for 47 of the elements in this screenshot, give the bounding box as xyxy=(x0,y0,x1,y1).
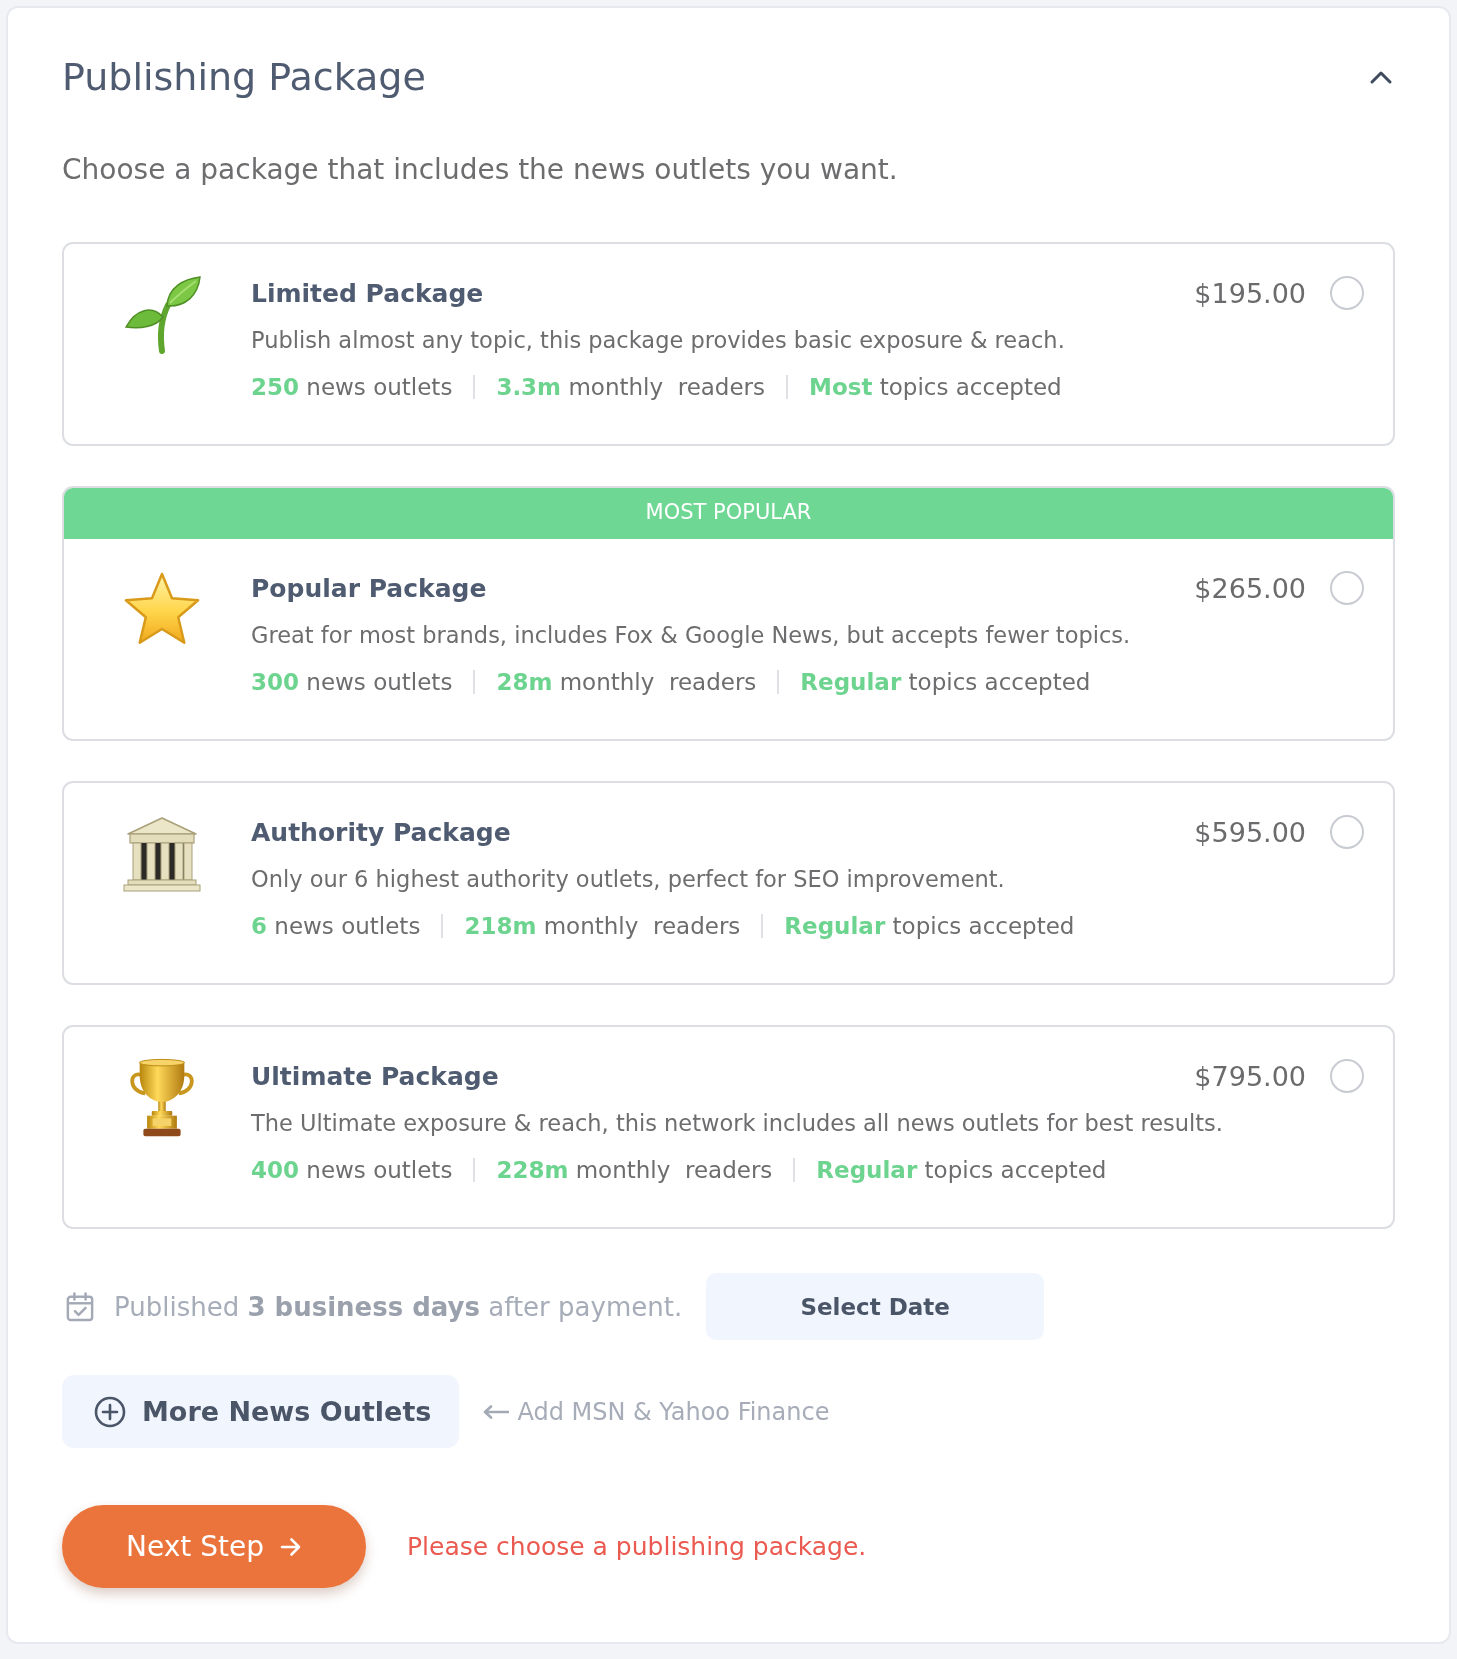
package-card[interactable]: MOST POPULAR Popular Package $265.00 Great for most brands, includes Fox & Google News, but accepts fewer topics. 300 news outlets 28m monthly readers Regular topics accepted xyxy=(62,486,1395,741)
package-stat: 228m monthly readers xyxy=(496,1157,773,1183)
radio-button[interactable] xyxy=(1330,1059,1364,1093)
package-stat: 300 news outlets xyxy=(251,669,453,695)
package-stat: 3.3m monthly readers xyxy=(496,374,766,400)
package-price: $265.00 xyxy=(1194,572,1306,604)
arrow-right-icon xyxy=(279,1536,302,1557)
package-stat: Most topics accepted xyxy=(809,374,1062,400)
radio-button[interactable] xyxy=(1330,276,1364,310)
chevron-icon[interactable] xyxy=(1369,69,1393,85)
select-date-button[interactable]: Select Date xyxy=(706,1273,1045,1340)
package-stat: Regular topics accepted xyxy=(784,913,1075,939)
package-description: Publish almost any topic, this package provides basic exposure & reach. xyxy=(251,326,1066,355)
package-name: Authority Package xyxy=(251,817,512,847)
highlight-banner: MOST POPULAR xyxy=(64,488,1393,539)
package-card[interactable]: Authority Package $595.00 Only our 6 highest authority outlets, perfect for SEO improvement. 6 news outlets 218m monthly readers Regular topics accepted xyxy=(62,781,1395,985)
package-price: $795.00 xyxy=(1194,1060,1306,1092)
sprout-icon xyxy=(122,275,202,355)
package-card[interactable]: Ultimate Package $795.00 The Ultimate exposure & reach, this network includes all news outlets for best results. 400 news outlets 228m monthly readers Regular topics accepted xyxy=(62,1025,1395,1229)
package-stat: Regular topics accepted xyxy=(800,669,1091,695)
radio-button[interactable] xyxy=(1330,571,1364,605)
publish-timing-text: Published 3 business days after payment. xyxy=(114,1291,683,1322)
package-price: $195.00 xyxy=(1194,277,1306,309)
section-title: Publishing Package xyxy=(62,54,426,100)
package-stat: 6 news outlets xyxy=(251,913,421,939)
plus-circle-icon xyxy=(94,1395,126,1428)
package-name: Limited Package xyxy=(251,278,485,308)
columned-building-icon xyxy=(122,814,202,894)
intro-text: Choose a package that includes the news outlets you want. xyxy=(62,152,899,188)
package-stat: Regular topics accepted xyxy=(816,1157,1107,1183)
package-stat: 218m monthly readers xyxy=(464,913,741,939)
package-card[interactable]: Limited Package $195.00 Publish almost any topic, this package provides basic exposure & reach. 250 news outlets 3.3m monthly readers Most topics accepted xyxy=(62,242,1395,446)
package-stat: 28m monthly readers xyxy=(496,669,757,695)
arrow-left-icon xyxy=(483,1404,510,1419)
package-description: The Ultimate exposure & reach, this network includes all news outlets for best results. xyxy=(251,1109,1224,1138)
package-name: Ultimate Package xyxy=(251,1061,500,1091)
error-message: Please choose a publishing package. xyxy=(407,1532,867,1561)
package-name: Popular Package xyxy=(251,573,488,603)
more-outlets-button[interactable]: More News Outlets xyxy=(62,1375,460,1448)
calendar-check-icon xyxy=(66,1291,94,1322)
radio-button[interactable] xyxy=(1330,815,1364,849)
package-description: Only our 6 highest authority outlets, perfect for SEO improvement. xyxy=(251,865,1006,894)
package-stat: 250 news outlets xyxy=(251,374,453,400)
package-stat: 400 news outlets xyxy=(251,1157,453,1183)
package-description: Great for most brands, includes Fox & Google News, but accepts fewer topics. xyxy=(251,621,1132,650)
package-price: $595.00 xyxy=(1194,816,1306,848)
outlets-hint: Add MSN & Yahoo Finance xyxy=(517,1397,830,1426)
